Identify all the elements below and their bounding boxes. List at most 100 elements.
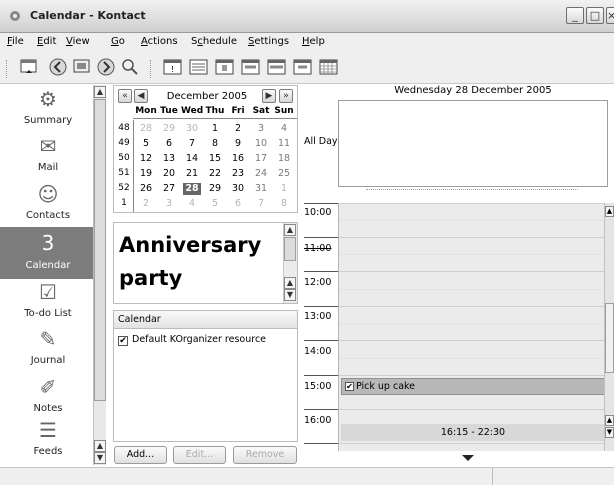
day-cell[interactable]: 4 — [183, 198, 201, 210]
sidebar-scroll-thumb[interactable] — [94, 99, 106, 401]
sidebar-item-mail[interactable]: ✉ Mail — [0, 134, 96, 180]
add-button[interactable]: Add... — [114, 446, 167, 464]
day-icon[interactable] — [214, 58, 236, 80]
agenda-grid[interactable]: ✔ Pick up cake 16:15 - 22:30 — [338, 203, 605, 451]
agenda-scroll-thumb[interactable] — [605, 303, 614, 373]
event-pick-up-cake[interactable]: ✔ Pick up cake — [341, 378, 605, 395]
menu-settings[interactable]: Settings — [248, 36, 289, 47]
next-year-icon[interactable]: » — [279, 89, 293, 103]
event-anniversary-party[interactable]: 16:15 - 22:30 — [341, 424, 605, 441]
week-number[interactable]: 50 — [117, 153, 131, 163]
day-cell[interactable]: 7 — [183, 138, 201, 150]
menu-file[interactable]: File — [7, 36, 24, 47]
sidebar-item-notes[interactable]: ✐ Notes — [0, 375, 96, 421]
remove-button[interactable]: Remove — [233, 446, 297, 464]
day-cell[interactable]: 8 — [206, 138, 224, 150]
event-scrollbar[interactable]: ▲ ▲ ▼ — [283, 223, 297, 303]
day-cell[interactable]: 9 — [229, 138, 247, 150]
month-icon[interactable] — [318, 58, 340, 80]
scroll-up-icon[interactable]: ▲ — [284, 224, 296, 236]
scroll-up-icon[interactable]: ▲ — [94, 86, 106, 98]
scroll-down-icon[interactable]: ▼ — [605, 427, 614, 438]
week-number[interactable]: 1 — [117, 198, 131, 208]
selected-day[interactable]: 28 — [183, 183, 201, 195]
day-cell[interactable]: 26 — [137, 183, 155, 195]
forward-icon[interactable] — [95, 58, 117, 80]
find-icon[interactable] — [119, 58, 141, 80]
new-icon[interactable] — [18, 58, 40, 80]
day-cell[interactable]: 7 — [252, 198, 270, 210]
day-cell[interactable]: 16 — [229, 153, 247, 165]
day-cell[interactable]: 20 — [160, 168, 178, 180]
day-cell[interactable]: 31 — [252, 183, 270, 195]
day-cell[interactable]: 10 — [252, 138, 270, 150]
scroll-down-icon[interactable]: ▼ — [284, 289, 296, 301]
menu-help[interactable]: Help — [302, 36, 325, 47]
day-cell[interactable]: 11 — [275, 138, 293, 150]
event-scroll-thumb[interactable] — [284, 237, 296, 261]
day-cell[interactable]: 23 — [229, 168, 247, 180]
day-cell[interactable]: 1 — [275, 183, 293, 195]
day-cell[interactable]: 4 — [275, 123, 293, 135]
scroll-up-icon[interactable]: ▲ — [284, 277, 296, 289]
day-cell[interactable]: 29 — [160, 123, 178, 135]
day-cell[interactable]: 28 — [137, 123, 155, 135]
prev-month-icon[interactable]: ◀ — [134, 89, 148, 103]
goto-icon[interactable] — [71, 58, 93, 80]
day-cell[interactable]: 15 — [206, 153, 224, 165]
day-cell[interactable]: 5 — [137, 138, 155, 150]
scroll-up-icon[interactable]: ▲ — [94, 440, 106, 452]
all-day-area[interactable] — [338, 100, 608, 187]
day-cell[interactable]: 6 — [160, 138, 178, 150]
scroll-up-icon[interactable]: ▲ — [605, 415, 614, 426]
sidebar-item-summary[interactable]: ⚙ Summary — [0, 87, 96, 133]
menu-view[interactable]: View — [66, 36, 90, 47]
all-day-splitter[interactable] — [366, 189, 578, 191]
day-cell[interactable]: 2 — [229, 123, 247, 135]
menu-go[interactable]: Go — [111, 36, 125, 47]
day-cell[interactable]: 30 — [183, 123, 201, 135]
day-cell[interactable]: 30 — [229, 183, 247, 195]
day-cell[interactable]: 18 — [275, 153, 293, 165]
day-cell[interactable]: 29 — [206, 183, 224, 195]
day-cell[interactable]: 5 — [206, 198, 224, 210]
scroll-up-icon[interactable]: ▲ — [605, 206, 614, 217]
sidebar-item-journal[interactable]: ✎ Journal — [0, 327, 96, 373]
day-cell[interactable]: 8 — [275, 198, 293, 210]
minimize-button[interactable]: _ — [566, 7, 584, 24]
list-icon[interactable] — [188, 58, 210, 80]
day-cell[interactable]: 24 — [252, 168, 270, 180]
week-icon[interactable] — [266, 58, 288, 80]
week-number[interactable]: 52 — [117, 183, 131, 193]
edit-button[interactable]: Edit... — [173, 446, 226, 464]
menu-edit[interactable]: Edit — [37, 36, 56, 47]
sidebar-item-todo[interactable]: ☑ To-do List — [0, 280, 96, 326]
day-cell[interactable]: 3 — [160, 198, 178, 210]
day-cell[interactable]: 22 — [206, 168, 224, 180]
scroll-down-icon[interactable]: ▼ — [94, 452, 106, 464]
week-number[interactable]: 48 — [117, 123, 131, 133]
workweek-icon[interactable] — [240, 58, 262, 80]
day-cell[interactable]: 6 — [229, 198, 247, 210]
sidebar-item-contacts[interactable]: ☺ Contacts — [0, 182, 96, 228]
day-cell[interactable]: 3 — [252, 123, 270, 135]
day-cell[interactable]: 1 — [206, 123, 224, 135]
more-events-arrow-icon[interactable] — [462, 455, 474, 461]
week-number[interactable]: 49 — [117, 138, 131, 148]
nextdays-icon[interactable] — [292, 58, 314, 80]
day-cell[interactable]: 14 — [183, 153, 201, 165]
menu-actions[interactable]: Actions — [141, 36, 178, 47]
day-cell[interactable]: 25 — [275, 168, 293, 180]
next-month-icon[interactable]: ▶ — [262, 89, 276, 103]
day-cell[interactable]: 2 — [137, 198, 155, 210]
today-icon[interactable]: ! — [162, 58, 184, 80]
sidebar-item-feeds[interactable]: ☰ Feeds — [0, 418, 96, 464]
day-cell[interactable]: 19 — [137, 168, 155, 180]
close-button[interactable]: × — [606, 7, 614, 24]
day-cell[interactable]: 17 — [252, 153, 270, 165]
week-number[interactable]: 51 — [117, 168, 131, 178]
day-cell[interactable]: 13 — [160, 153, 178, 165]
sidebar-scrollbar[interactable]: ▲ ▲ ▼ — [93, 85, 106, 465]
prev-year-icon[interactable]: « — [118, 89, 132, 103]
back-icon[interactable] — [47, 58, 69, 80]
